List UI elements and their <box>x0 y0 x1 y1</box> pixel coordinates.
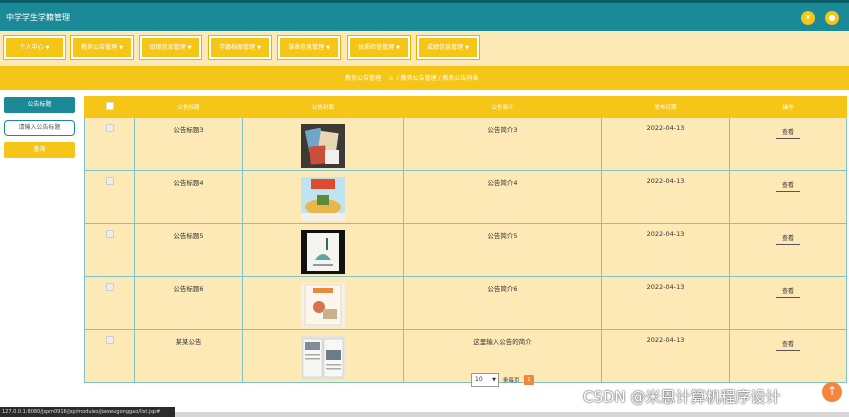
home-icon[interactable]: ⌂ <box>389 75 393 82</box>
row-checkbox[interactable] <box>84 329 135 383</box>
table-row: 某某公告 这里输入公告的简介 2022-04-13 查看 <box>84 329 847 383</box>
col-header-summary: 公告简介 <box>403 96 602 118</box>
select-all-checkbox[interactable] <box>84 96 135 118</box>
table-row: 公告标题6 公告简介6 2022-04-13 查看 <box>84 276 847 330</box>
cell-action: 查看 <box>729 223 847 277</box>
top-bar: 中学学生学籍管理 ✕ ● <box>0 0 849 31</box>
nav-item-physical-exam[interactable]: 体质检查管理 ▼ <box>347 35 411 60</box>
cell-title: 公告标题5 <box>134 223 243 277</box>
cell-action: 查看 <box>729 276 847 330</box>
cell-summary: 公告简介4 <box>403 170 602 224</box>
view-button[interactable]: 查看 <box>775 127 800 139</box>
col-header-date: 发布日期 <box>601 96 730 118</box>
page-size-label: 条每页 <box>503 378 520 384</box>
arrow-up-icon[interactable]: ↑ <box>822 382 842 402</box>
cell-summary: 公告简介3 <box>403 117 602 171</box>
cover-image <box>301 124 345 168</box>
chevron-down-icon: ▼ <box>396 45 400 51</box>
cell-date: 2022-04-13 <box>601 329 730 383</box>
cell-action: 查看 <box>729 117 847 171</box>
page-size-select[interactable]: 10 ▼ <box>471 373 499 387</box>
table-header-row: 公告标题 公告封面 公告简介 发布日期 操作 <box>84 96 847 118</box>
row-checkbox[interactable] <box>84 170 135 224</box>
cell-date: 2022-04-13 <box>601 276 730 330</box>
cell-action: 查看 <box>729 170 847 224</box>
breadcrumb-path: / 教务公告管理 / 教务公告列表 <box>396 75 479 82</box>
nav-label: 体质检查管理 <box>358 44 395 51</box>
breadcrumb: 教务公告管理 ⌂ / 教务公告管理 / 教务公告列表 <box>345 73 478 82</box>
row-checkbox[interactable] <box>84 276 135 330</box>
cell-summary: 公告简介6 <box>403 276 602 330</box>
nav-item-grades[interactable]: 成绩信息管理 ▼ <box>416 35 480 60</box>
table-row: 公告标题4 公告简介4 2022-04-13 查看 <box>84 170 847 224</box>
nav-label: 个人中心 <box>19 44 44 51</box>
cell-title: 公告标题4 <box>134 170 243 224</box>
cell-title: 公告标题3 <box>134 117 243 171</box>
col-header-title: 公告标题 <box>134 96 243 118</box>
chevron-down-icon: ▼ <box>326 45 330 51</box>
view-button[interactable]: 查看 <box>775 339 800 351</box>
cover-image <box>301 230 345 274</box>
nav-item-student-records[interactable]: 学籍档案管理 ▼ <box>208 35 272 60</box>
view-button[interactable]: 查看 <box>775 286 800 298</box>
user-icon[interactable]: ● <box>825 11 839 25</box>
table-row: 公告标题5 公告简介5 2022-04-13 查看 <box>84 223 847 277</box>
nav-label: 教务公告管理 <box>81 44 118 51</box>
page-size-value: 10 <box>475 376 483 383</box>
nav-label: 成绩信息管理 <box>427 44 464 51</box>
row-checkbox[interactable] <box>84 117 135 171</box>
cell-cover <box>242 329 404 383</box>
view-button[interactable]: 查看 <box>775 233 800 245</box>
cell-title: 某某公告 <box>134 329 243 383</box>
chevron-down-icon: ▼ <box>187 45 192 51</box>
pagination: 10 ▼ 条每页 1 <box>471 373 561 387</box>
nav-label: 班级信息管理 <box>149 44 186 51</box>
chevron-down-icon: ▼ <box>465 45 469 51</box>
cell-cover <box>242 223 404 277</box>
search-field-label: 公告标题 <box>4 97 75 113</box>
query-button[interactable]: 查询 <box>4 142 75 158</box>
nav-item-personal-center[interactable]: 个人中心 ▼ <box>3 35 66 60</box>
app-title: 中学学生学籍管理 <box>6 13 70 22</box>
chevron-down-icon: ▼ <box>257 45 261 51</box>
close-icon[interactable]: ✕ <box>801 11 815 25</box>
breadcrumb-section: 教务公告管理 <box>345 75 382 82</box>
cell-date: 2022-04-13 <box>601 223 730 277</box>
nav-item-announcements[interactable]: 教务公告管理 ▼ <box>70 35 134 60</box>
chevron-down-icon: ▼ <box>119 45 123 51</box>
watermark: CSDN @米恩计算机程序设计 <box>583 388 781 406</box>
nav-item-timetable[interactable]: 课表信息管理 ▼ <box>277 35 341 60</box>
col-header-action: 操作 <box>729 96 847 118</box>
cell-summary: 公告简介5 <box>403 223 602 277</box>
row-checkbox[interactable] <box>84 223 135 277</box>
cell-date: 2022-04-13 <box>601 170 730 224</box>
cell-date: 2022-04-13 <box>601 117 730 171</box>
status-url: 127.0.0.1:8080/jspm0916/jsp/modules/jiao… <box>0 407 175 417</box>
cell-cover <box>242 170 404 224</box>
chevron-down-icon: ▼ <box>492 377 496 383</box>
chevron-down-icon: ▼ <box>45 45 50 51</box>
cover-image <box>301 177 345 221</box>
col-header-cover: 公告封面 <box>242 96 404 118</box>
cover-image <box>301 283 345 327</box>
search-input[interactable]: 请输入公告标题 <box>4 120 75 136</box>
nav-label: 学籍档案管理 <box>219 44 256 51</box>
cell-cover <box>242 276 404 330</box>
cell-title: 公告标题6 <box>134 276 243 330</box>
breadcrumb-bar: 教务公告管理 ⌂ / 教务公告管理 / 教务公告列表 <box>0 66 849 90</box>
nav-label: 课表信息管理 <box>288 44 325 51</box>
cell-cover <box>242 117 404 171</box>
cover-image <box>301 336 345 380</box>
main-nav: 个人中心 ▼ 教务公告管理 ▼ 班级信息管理 ▼ 学籍档案管理 ▼ 课表信息管理 ▼ 体质… <box>0 31 849 66</box>
table-row: 公告标题3 公告简介3 2022-04-13 查看 <box>84 117 847 171</box>
page-button-current[interactable]: 1 <box>524 375 534 385</box>
nav-item-class-info[interactable]: 班级信息管理 ▼ <box>139 35 202 60</box>
view-button[interactable]: 查看 <box>775 180 800 192</box>
cell-action: 查看 <box>729 329 847 383</box>
announcement-table: 公告标题 公告封面 公告简介 发布日期 操作 公告标题3 公告简介3 2022-… <box>84 96 847 383</box>
